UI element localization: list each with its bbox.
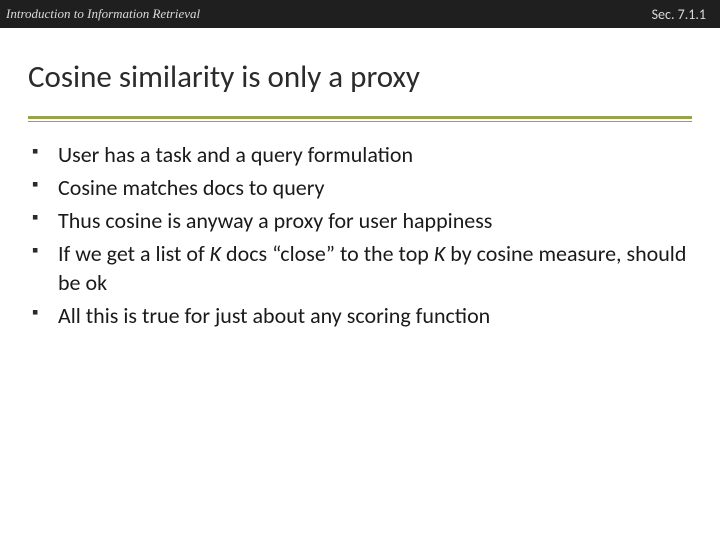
title-area: Cosine similarity is only a proxy [0, 28, 720, 104]
list-item: If we get a list of K docs “close” to th… [30, 239, 690, 297]
variable-k: K [434, 240, 445, 267]
title-underline [28, 116, 692, 120]
list-item: Thus cosine is anyway a proxy for user h… [30, 206, 690, 235]
variable-k: K [210, 240, 221, 267]
list-item: All this is true for just about any scor… [30, 301, 690, 330]
book-title: Introduction to Information Retrieval [6, 6, 200, 22]
slide-body: User has a task and a query formulation … [0, 120, 720, 330]
section-number: Sec. 7.1.1 [652, 6, 706, 23]
slide-title: Cosine similarity is only a proxy [28, 58, 692, 96]
list-item: User has a task and a query formulation [30, 140, 690, 169]
bullet-text: If we get a list of [58, 240, 210, 267]
top-bar: Introduction to Information Retrieval Se… [0, 0, 720, 28]
bullet-text: docs “close” to the top [221, 240, 434, 267]
bullet-list: User has a task and a query formulation … [30, 140, 690, 330]
list-item: Cosine matches docs to query [30, 173, 690, 202]
slide: Introduction to Information Retrieval Se… [0, 0, 720, 540]
